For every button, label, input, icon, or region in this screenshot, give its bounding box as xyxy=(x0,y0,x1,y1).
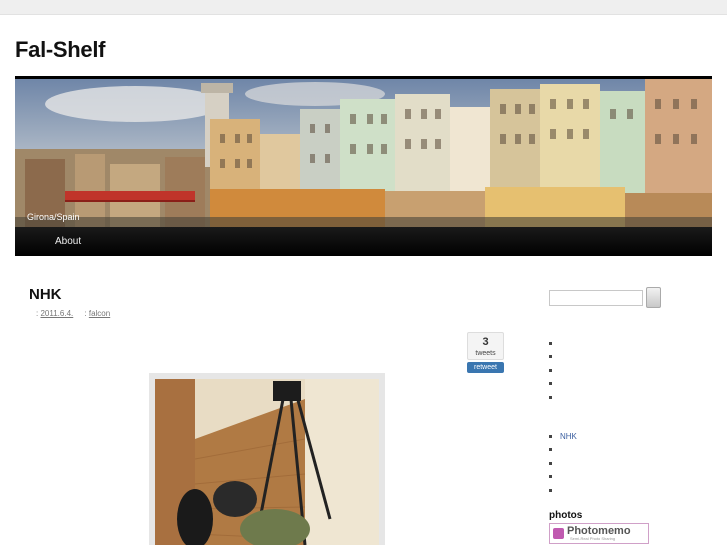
bullet-icon xyxy=(549,342,552,345)
tweet-count-box[interactable]: 3 tweets xyxy=(467,332,504,360)
nav-bar: About xyxy=(15,227,712,256)
tweet-count: 3 xyxy=(482,336,489,348)
photomemo-logo-icon xyxy=(553,528,564,539)
photomemo-sub: Semi-Real Photo Sharing xyxy=(570,536,616,541)
header-banner-image: Girona/Spain xyxy=(15,79,712,227)
post-date-link[interactable]: 2011.6.4. xyxy=(40,309,73,318)
nav-item-about[interactable]: About xyxy=(55,236,81,247)
author-prefix: : xyxy=(84,309,87,318)
post-photo-frame xyxy=(149,373,385,545)
site-title[interactable]: Fal-Shelf xyxy=(15,37,106,63)
tweet-count-label: tweets xyxy=(475,350,496,357)
bullet-icon xyxy=(549,382,552,386)
sidebar-link-nhk[interactable]: NHK xyxy=(560,430,577,443)
search-input[interactable] xyxy=(549,290,643,306)
date-prefix: : xyxy=(36,309,39,318)
bullet-icon xyxy=(549,435,552,438)
bullet-icon xyxy=(549,461,552,465)
retweet-button[interactable]: retweet xyxy=(467,362,504,373)
bullet-icon xyxy=(549,488,552,492)
post-title[interactable]: NHK xyxy=(29,286,62,303)
photomemo-badge[interactable]: Photomemo Semi-Real Photo Sharing xyxy=(549,523,649,544)
photos-widget-title: photos xyxy=(549,510,583,521)
bullet-icon xyxy=(549,448,552,452)
post-photo[interactable] xyxy=(155,379,379,545)
banner-caption: Girona/Spain xyxy=(27,212,80,222)
post-meta: : 2011.6.4. : falcon xyxy=(36,309,110,318)
bullet-icon xyxy=(549,475,552,479)
search-button[interactable] xyxy=(646,287,661,308)
top-strip xyxy=(0,0,727,15)
bullet-icon xyxy=(549,355,552,359)
tweetmeme-widget: 3 tweets retweet xyxy=(467,332,504,373)
bullet-icon xyxy=(549,368,552,372)
post-author-link[interactable]: falcon xyxy=(89,309,110,318)
bullet-icon xyxy=(549,395,552,399)
